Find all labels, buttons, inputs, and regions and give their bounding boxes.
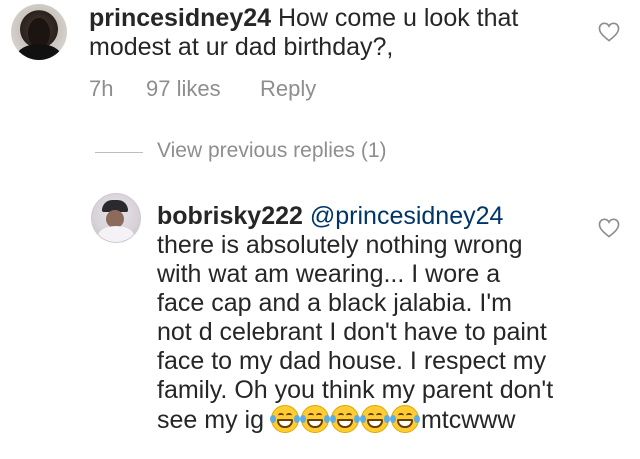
heart-outline-icon[interactable] <box>598 22 620 42</box>
reply-username[interactable]: bobrisky222 <box>157 202 303 230</box>
reply-line-3: face cap and a black jalabia. I'm <box>157 289 512 317</box>
heart-outline-icon[interactable] <box>598 218 620 238</box>
avatar-shirt <box>17 44 61 60</box>
avatar[interactable] <box>11 4 67 60</box>
reply-mention[interactable]: @princesidney24 <box>310 202 504 230</box>
grinning-squinting-tears-emoji-icon <box>329 405 360 433</box>
grinning-squinting-tears-emoji-icon <box>389 405 420 433</box>
replies-divider <box>95 152 143 153</box>
reply-line-5: face to my dad house. I respect my <box>157 347 547 375</box>
comment-text-line2: modest at ur dad birthday?, <box>89 33 394 61</box>
reply-last-line-text: see my ig <box>157 406 271 434</box>
grinning-squinting-tears-emoji-icon <box>269 405 300 433</box>
reply-line-6: family. Oh you think my parent don't <box>157 376 554 404</box>
comment-username[interactable]: princesidney24 <box>89 4 271 32</box>
comment-likes[interactable]: 97 likes <box>146 76 221 102</box>
reply-button[interactable]: Reply <box>260 76 316 102</box>
grinning-squinting-tears-emoji-icon <box>359 405 390 433</box>
avatar[interactable] <box>91 193 141 243</box>
comment-body: princesidney24 How come u look that mode… <box>89 4 518 62</box>
grinning-squinting-tears-emoji-icon <box>299 405 330 433</box>
emoji-row <box>269 405 421 434</box>
reply-body: bobrisky222 @princesidney24 there is abs… <box>157 202 553 435</box>
avatar-robe <box>98 226 134 242</box>
view-previous-replies-link[interactable]: View previous replies (1) <box>157 138 387 164</box>
reply-last-line-tail: mtcwww <box>420 406 516 434</box>
comment-time: 7h <box>89 76 114 101</box>
reply-line-2: with wat am wearing... I wore a <box>157 260 501 288</box>
reply-line-1: there is absolutely nothing wrong <box>157 231 523 259</box>
reply-line-4: not d celebrant I don't have to paint <box>157 318 547 346</box>
comment-text: How come u look that <box>271 4 519 32</box>
